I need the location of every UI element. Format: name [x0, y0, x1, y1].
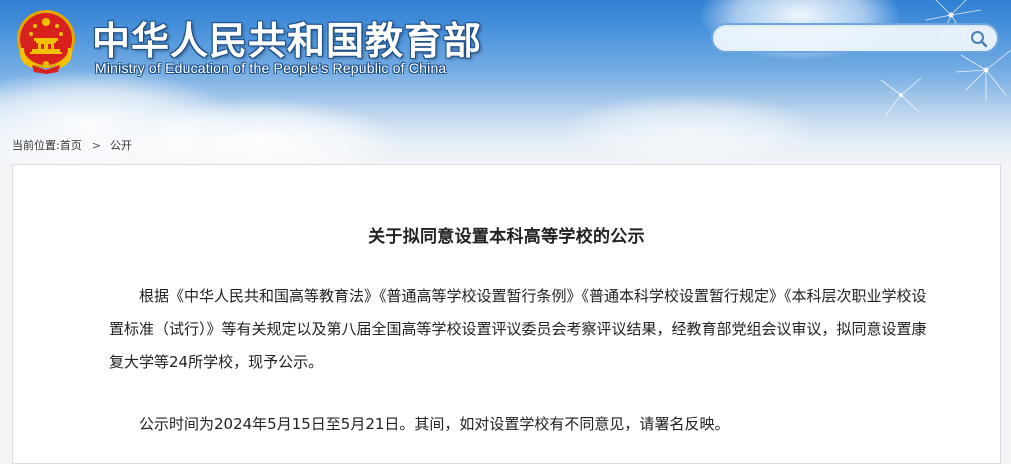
- search-input[interactable]: [725, 28, 969, 50]
- article-title: 关于拟同意设置本科高等学校的公示: [368, 227, 645, 247]
- search-icon[interactable]: [969, 29, 989, 49]
- article-paragraph: 公示时间为2024年5月15日至5月21日。其间，如对设置学校有不同意见，请署名…: [139, 415, 730, 433]
- article-panel: 关于拟同意设置本科高等学校的公示 根据《中华人民共和国高等教育法》《普通高等学校…: [12, 164, 1001, 464]
- search-box: [711, 23, 999, 53]
- site-header: 中华人民共和国教育部 Ministry of Education of the …: [0, 0, 1011, 165]
- site-title-cn[interactable]: 中华人民共和国教育部: [92, 10, 482, 65]
- dandelion-decoration: [880, 0, 1011, 116]
- breadcrumb-separator: >: [91, 138, 101, 152]
- site-title-en[interactable]: Ministry of Education of the People's Re…: [95, 60, 446, 76]
- breadcrumb-label: 当前位置:: [12, 139, 60, 152]
- national-emblem-icon: [17, 10, 75, 74]
- breadcrumb-link-home[interactable]: 首页: [60, 137, 82, 153]
- article-paragraph: 根据《中华人民共和国高等教育法》《普通高等学校设置暂行条例》《普通本科学校设置暂…: [109, 287, 927, 371]
- breadcrumb-link-public[interactable]: 公开: [110, 137, 132, 153]
- breadcrumb: 当前位置: 首页 > 公开: [12, 137, 132, 153]
